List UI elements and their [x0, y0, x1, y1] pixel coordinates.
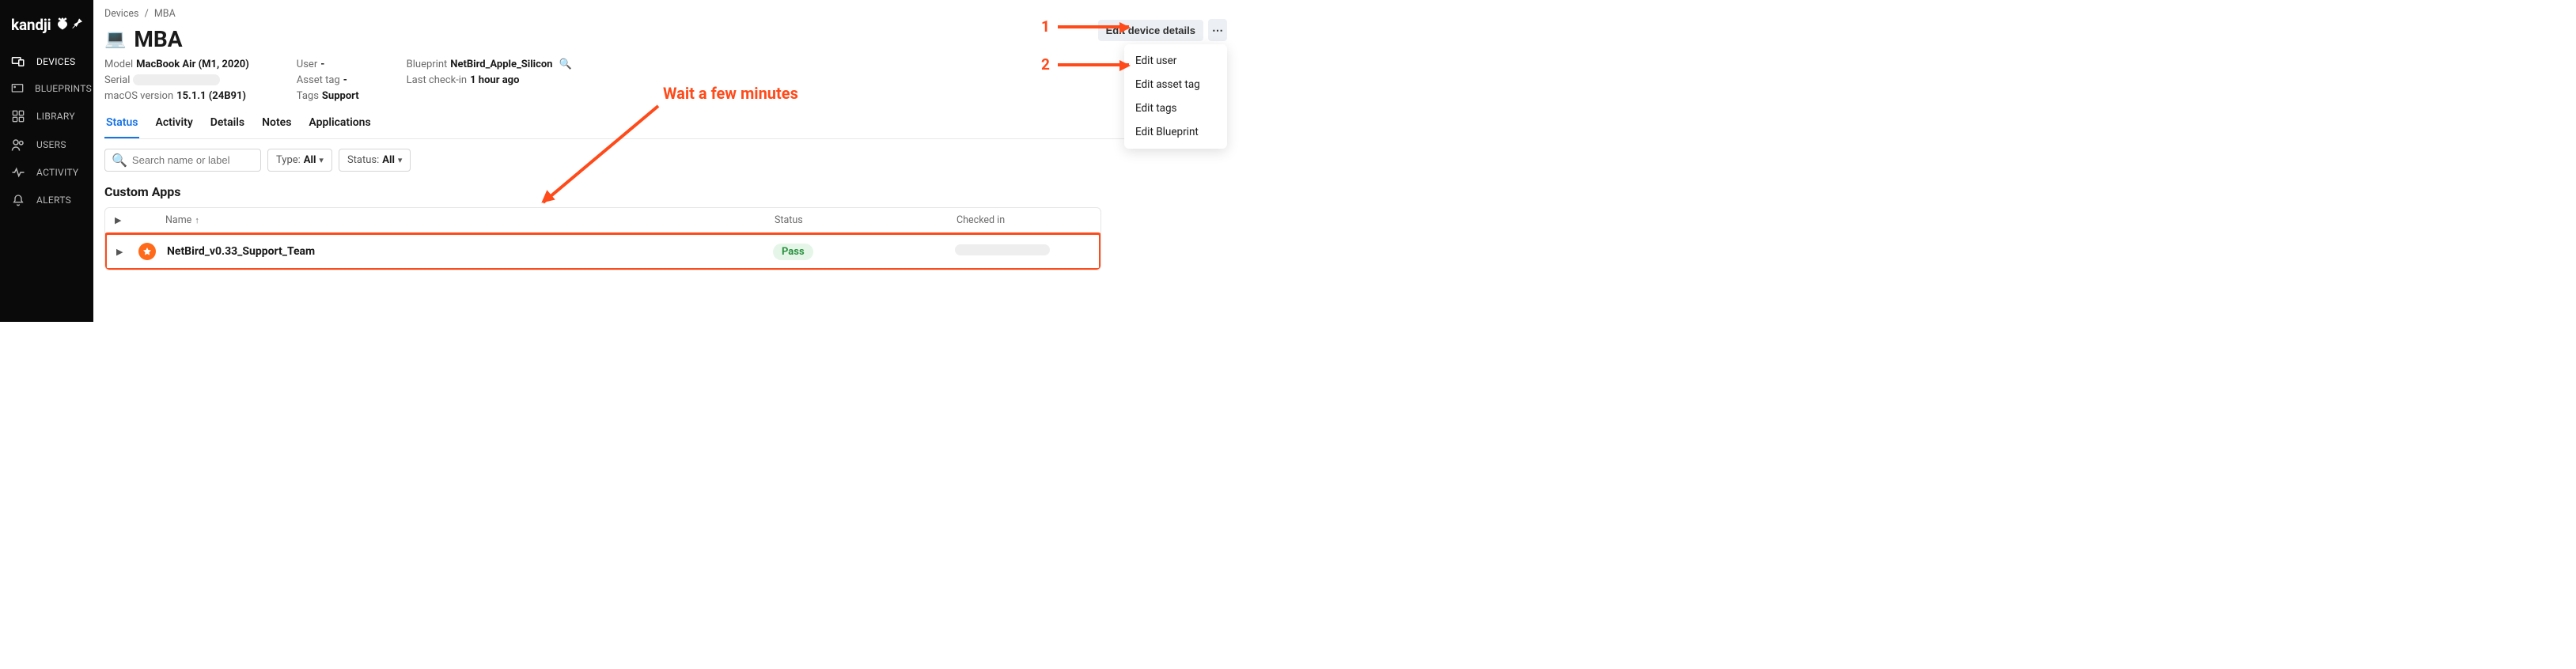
status-filter-value: All	[382, 154, 395, 166]
type-filter-label: Type:	[276, 154, 301, 166]
model-label: Model	[104, 59, 133, 70]
app-icon	[138, 243, 156, 260]
serial-value-redacted	[133, 74, 220, 85]
tab-notes[interactable]: Notes	[260, 112, 293, 138]
status-badge: Pass	[773, 244, 813, 260]
lastcheck-label: Last check-in	[407, 74, 467, 86]
annotation-2-label: 2	[1041, 55, 1050, 74]
logo-row: kandji	[0, 9, 93, 48]
laptop-icon: 💻	[104, 29, 126, 49]
tab-applications[interactable]: Applications	[307, 112, 372, 138]
tab-details[interactable]: Details	[209, 112, 246, 138]
alerts-icon	[11, 194, 25, 206]
chevron-down-icon: ▾	[398, 155, 403, 165]
blueprint-value[interactable]: NetBird_Apple_Silicon	[450, 59, 552, 70]
sidebar-item-devices[interactable]: DEVICES	[0, 48, 93, 75]
tab-status[interactable]: Status	[104, 112, 139, 138]
toolbar: 🔍 Type: All ▾ Status: All ▾	[104, 139, 1227, 181]
dropdown-edit-blueprint[interactable]: Edit Blueprint	[1124, 120, 1227, 144]
user-label: User	[297, 59, 317, 70]
dropdown-edit-asset-tag[interactable]: Edit asset tag	[1124, 73, 1227, 96]
main-content: Devices / MBA 💻 MBA Edit device details …	[93, 0, 1240, 322]
brand-logo: kandji	[11, 16, 70, 34]
table-row[interactable]: ▶ NetBird_v0.33_Support_Team Pass	[107, 235, 1099, 268]
sidebar-item-library[interactable]: LIBRARY	[0, 102, 93, 130]
page-title: MBA	[134, 26, 182, 52]
search-box[interactable]: 🔍	[104, 149, 261, 172]
brand-name: kandji	[11, 16, 51, 34]
sidebar-item-users[interactable]: USERS	[0, 130, 93, 159]
tab-activity[interactable]: Activity	[153, 112, 194, 138]
sidebar-item-label: BLUEPRINTS	[35, 83, 92, 94]
assettag-label: Asset tag	[297, 74, 340, 86]
osver-label: macOS version	[104, 90, 173, 102]
dropdown-edit-tags[interactable]: Edit tags	[1124, 96, 1227, 120]
lastcheck-value: 1 hour ago	[470, 74, 519, 86]
sidebar-item-label: ACTIVITY	[36, 167, 78, 178]
sidebar-item-label: ALERTS	[36, 195, 71, 206]
col-status-label[interactable]: Status	[775, 214, 803, 226]
devices-icon	[11, 56, 25, 67]
row-name: NetBird_v0.33_Support_Team	[167, 245, 315, 258]
chevron-down-icon: ▾	[319, 155, 324, 165]
arrow-icon	[1058, 25, 1129, 28]
tags-label: Tags	[297, 90, 319, 102]
search-input[interactable]	[132, 154, 254, 166]
annotation-wait: Wait a few minutes	[663, 84, 798, 103]
sidebar-item-label: DEVICES	[36, 56, 75, 67]
search-icon[interactable]: 🔍	[559, 59, 571, 70]
type-filter[interactable]: Type: All ▾	[267, 149, 332, 172]
assettag-value: -	[343, 74, 347, 86]
sidebar-item-activity[interactable]: ACTIVITY	[0, 159, 93, 186]
activity-icon	[11, 167, 25, 178]
type-filter-value: All	[304, 154, 316, 166]
more-actions-button[interactable]: ⋯	[1208, 19, 1227, 41]
expand-row-icon[interactable]: ▶	[116, 247, 123, 257]
expand-all-icon[interactable]: ▶	[115, 215, 121, 225]
annotation-step-1: 1	[1041, 17, 1129, 36]
serial-label: Serial	[104, 74, 130, 86]
status-filter-label: Status:	[347, 154, 379, 166]
actions-dropdown: Edit user Edit asset tag Edit tags Edit …	[1124, 44, 1227, 149]
search-icon: 🔍	[112, 153, 127, 168]
annotation-step-2: 2	[1041, 55, 1129, 74]
status-filter[interactable]: Status: All ▾	[339, 149, 411, 172]
blueprint-label: Blueprint	[407, 59, 448, 70]
breadcrumb-current: MBA	[154, 8, 176, 20]
arrow-icon	[1058, 63, 1129, 66]
tags-value: Support	[322, 90, 359, 102]
breadcrumb-root[interactable]: Devices	[104, 8, 138, 20]
section-title: Custom Apps	[104, 181, 1227, 207]
tabs: Status Activity Details Notes Applicatio…	[104, 112, 1227, 139]
col-name-label[interactable]: Name	[165, 214, 191, 226]
sidebar-item-alerts[interactable]: ALERTS	[0, 186, 93, 214]
col-checked-label[interactable]: Checked in	[957, 214, 1005, 226]
pin-icon[interactable]	[71, 17, 84, 33]
sidebar-item-label: LIBRARY	[36, 111, 75, 122]
bee-icon	[55, 17, 70, 34]
dropdown-edit-user[interactable]: Edit user	[1124, 49, 1227, 73]
osver-value: 15.1.1 (24B91)	[176, 90, 246, 102]
user-value: -	[320, 59, 324, 70]
checked-in-redacted	[955, 244, 1050, 255]
sidebar-item-blueprints[interactable]: BLUEPRINTS	[0, 75, 93, 102]
breadcrumb-sep: /	[145, 8, 149, 20]
sidebar-item-label: USERS	[36, 139, 66, 150]
blueprints-icon	[11, 83, 24, 94]
library-icon	[11, 110, 25, 123]
custom-apps-table: ▶ Name ↑ Status Checked in ▶ NetBird_v0.…	[104, 207, 1101, 270]
annotation-1-label: 1	[1041, 17, 1050, 36]
model-value: MacBook Air (M1, 2020)	[136, 59, 249, 70]
sort-asc-icon: ↑	[195, 215, 199, 225]
table-header: ▶ Name ↑ Status Checked in	[105, 208, 1100, 233]
highlighted-row: ▶ NetBird_v0.33_Support_Team Pass	[104, 232, 1101, 270]
users-icon	[11, 138, 25, 151]
sidebar: kandji DEVICES BLUEPRINTS LIBRARY USERS …	[0, 0, 93, 322]
